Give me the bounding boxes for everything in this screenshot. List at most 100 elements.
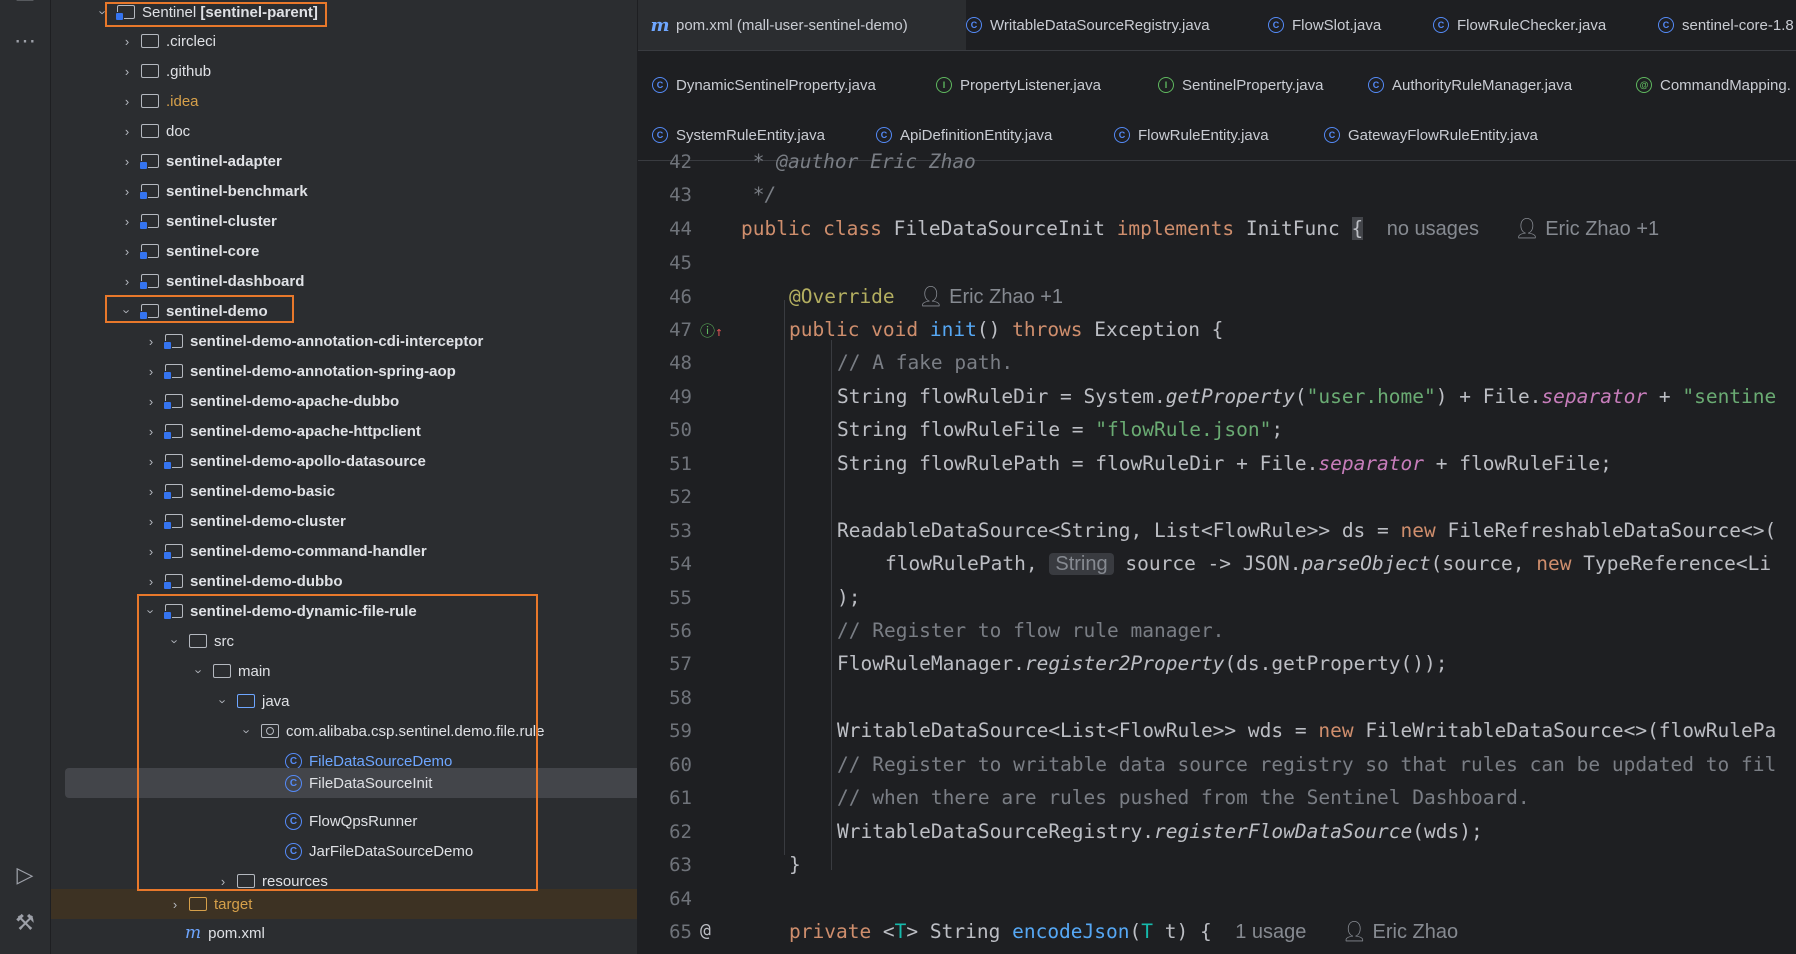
tree-item-demo-command-handler[interactable]: › sentinel-demo-command-handler <box>51 536 637 566</box>
tree-item-demo-spring-aop[interactable]: › sentinel-demo-annotation-spring-aop <box>51 356 637 386</box>
tree-item-idea[interactable]: › .idea <box>51 86 637 116</box>
chevron-right-icon[interactable]: › <box>143 394 159 409</box>
tree-item-circleci[interactable]: › .circleci <box>51 26 637 56</box>
code-line[interactable]: 53 ReadableDataSource<String, List<FlowR… <box>638 514 1796 547</box>
tree-item-sentinel-adapter[interactable]: › sentinel-adapter <box>51 146 637 176</box>
chevron-right-icon[interactable]: › <box>167 897 183 912</box>
tab-sentinel-core[interactable]: C sentinel-core-1.8 <box>1658 0 1794 50</box>
tree-root[interactable]: › Sentinel [sentinel-parent] <box>51 0 637 27</box>
code-line[interactable]: 54 flowRulePath, String source -> JSON.p… <box>638 547 1796 580</box>
author-hint[interactable]: 👤︎ Eric Zhao +1 <box>918 286 1063 308</box>
tree-item-target[interactable]: › target <box>51 889 637 919</box>
tree-item-demo-httpclient[interactable]: › sentinel-demo-apache-httpclient <box>51 416 637 446</box>
chevron-right-icon[interactable]: › <box>143 424 159 439</box>
chevron-right-icon[interactable]: › <box>143 544 159 559</box>
chevron-right-icon[interactable]: › <box>143 334 159 349</box>
code-line[interactable]: 58 <box>638 681 1796 714</box>
code-line[interactable]: 45 <box>638 246 1796 279</box>
code-line[interactable]: 51 String flowRulePath = flowRuleDir + F… <box>638 447 1796 480</box>
code-line[interactable]: 61 // when there are rules pushed from t… <box>638 781 1796 814</box>
tree-item-sentinel-cluster[interactable]: › sentinel-cluster <box>51 206 637 236</box>
project-icon[interactable]: ▭ <box>0 0 50 8</box>
tree-item-doc[interactable]: › doc <box>51 116 637 146</box>
tab-flow-slot[interactable]: C FlowSlot.java <box>1268 0 1381 50</box>
chevron-right-icon[interactable]: › <box>143 574 159 589</box>
tree-item-demo-cluster[interactable]: › sentinel-demo-cluster <box>51 506 637 536</box>
chevron-right-icon[interactable]: › <box>119 94 135 109</box>
tree-item-package[interactable]: › com.alibaba.csp.sentinel.demo.file.rul… <box>51 716 637 746</box>
code-line[interactable]: 59 WritableDataSource<List<FlowRule>> wd… <box>638 714 1796 747</box>
tree-item-demo-dubbo[interactable]: › sentinel-demo-dubbo <box>51 566 637 596</box>
code-line[interactable]: 48 // A fake path. <box>638 346 1796 379</box>
author-hint[interactable]: 👤︎ Eric Zhao +1 <box>1514 218 1659 240</box>
code-line[interactable]: 56 // Register to flow rule manager. <box>638 614 1796 647</box>
chevron-right-icon[interactable]: › <box>119 244 135 259</box>
tab-flow-rule-checker[interactable]: C FlowRuleChecker.java <box>1433 0 1606 50</box>
override-gutter-icon[interactable]: @ <box>692 915 728 948</box>
code-line[interactable]: 52 <box>638 480 1796 513</box>
chevron-down-icon[interactable]: › <box>144 603 159 619</box>
chevron-down-icon[interactable]: › <box>96 4 111 20</box>
usages-hint[interactable]: 1 usage <box>1235 921 1306 943</box>
chevron-right-icon[interactable]: › <box>119 214 135 229</box>
chevron-right-icon[interactable]: › <box>143 364 159 379</box>
tree-item-jar-file-data-source-demo[interactable]: C JarFileDataSourceDemo <box>51 836 637 866</box>
code-line[interactable]: 46 @Override 👤︎ Eric Zhao +1 <box>638 280 1796 313</box>
chevron-right-icon[interactable]: › <box>119 124 135 139</box>
code-line[interactable]: 65 @ private <T> String encodeJson(T t) … <box>638 915 1796 948</box>
code-line[interactable]: 44 public class FileDataSourceInit imple… <box>638 212 1796 245</box>
tree-item-sentinel-benchmark[interactable]: › sentinel-benchmark <box>51 176 637 206</box>
tab-authority-rule-manager[interactable]: C AuthorityRuleManager.java <box>1368 60 1572 110</box>
tab-pom[interactable]: m pom.xml (mall-user-sentinel-demo) <box>638 0 966 50</box>
tree-item-main[interactable]: › main <box>51 656 637 686</box>
code-line[interactable]: 63 } <box>638 848 1796 881</box>
chevron-down-icon[interactable]: › <box>240 723 255 739</box>
tree-item-flow-qps-runner[interactable]: C FlowQpsRunner <box>51 806 637 836</box>
tab-command-mapping[interactable]: @ CommandMapping. <box>1636 60 1791 110</box>
chevron-down-icon[interactable]: › <box>120 303 135 319</box>
tab-property-listener[interactable]: I PropertyListener.java <box>936 60 1101 110</box>
chevron-down-icon[interactable]: › <box>168 633 183 649</box>
chevron-right-icon[interactable]: › <box>119 64 135 79</box>
chevron-down-icon[interactable]: › <box>216 693 231 709</box>
more-icon[interactable]: ⋯ <box>0 28 50 54</box>
tree-item-demo-cdi[interactable]: › sentinel-demo-annotation-cdi-intercept… <box>51 326 637 356</box>
run-icon[interactable]: ▷ <box>0 862 50 888</box>
tree-item-sentinel-dashboard[interactable]: › sentinel-dashboard <box>51 266 637 296</box>
tree-item-java[interactable]: › java <box>51 686 637 716</box>
tab-dynamic-sentinel-property[interactable]: C DynamicSentinelProperty.java <box>652 60 876 110</box>
implementation-gutter-icon[interactable]: ⓘ↑ <box>692 313 728 346</box>
code-line[interactable]: 60 // Register to writable data source r… <box>638 748 1796 781</box>
code-line[interactable]: 64 <box>638 882 1796 915</box>
code-line[interactable]: 42 * @author Eric Zhao <box>638 145 1796 178</box>
tree-item-demo-apollo[interactable]: › sentinel-demo-apollo-datasource <box>51 446 637 476</box>
code-line[interactable]: 47 ⓘ↑ public void init() throws Exceptio… <box>638 313 1796 346</box>
tree-item-src[interactable]: › src <box>51 626 637 656</box>
chevron-right-icon[interactable]: › <box>143 454 159 469</box>
tree-item-github[interactable]: › .github <box>51 56 637 86</box>
chevron-right-icon[interactable]: › <box>119 34 135 49</box>
tree-item-demo-apache-dubbo[interactable]: › sentinel-demo-apache-dubbo <box>51 386 637 416</box>
code-line[interactable]: 57 FlowRuleManager.register2Property(ds.… <box>638 647 1796 680</box>
tab-sentinel-property[interactable]: I SentinelProperty.java <box>1158 60 1323 110</box>
tree-item-sentinel-core[interactable]: › sentinel-core <box>51 236 637 266</box>
tree-item-pom[interactable]: m pom.xml <box>51 918 637 948</box>
chevron-down-icon[interactable]: › <box>192 663 207 679</box>
tab-writable-registry[interactable]: C WritableDataSourceRegistry.java <box>966 0 1210 50</box>
chevron-right-icon[interactable]: › <box>119 154 135 169</box>
chevron-right-icon[interactable]: › <box>215 874 231 889</box>
chevron-right-icon[interactable]: › <box>143 484 159 499</box>
tree-item-sentinel-demo[interactable]: › sentinel-demo <box>51 296 637 326</box>
code-line[interactable]: 50 String flowRuleFile = "flowRule.json"… <box>638 413 1796 446</box>
tree-item-demo-dynamic-file-rule[interactable]: › sentinel-demo-dynamic-file-rule <box>51 596 637 626</box>
tree-item-demo-basic[interactable]: › sentinel-demo-basic <box>51 476 637 506</box>
tree-item-file-data-source-init[interactable]: C FileDataSourceInit <box>65 768 637 798</box>
code-line[interactable]: 55 ); <box>638 581 1796 614</box>
author-hint[interactable]: 👤︎ Eric Zhao <box>1342 921 1459 943</box>
code-line[interactable]: 49 String flowRuleDir = System.getProper… <box>638 380 1796 413</box>
chevron-right-icon[interactable]: › <box>119 184 135 199</box>
chevron-right-icon[interactable]: › <box>119 274 135 289</box>
code-line[interactable]: 62 WritableDataSourceRegistry.registerFl… <box>638 815 1796 848</box>
code-line[interactable]: 43 */ <box>638 178 1796 211</box>
chevron-right-icon[interactable]: › <box>143 514 159 529</box>
